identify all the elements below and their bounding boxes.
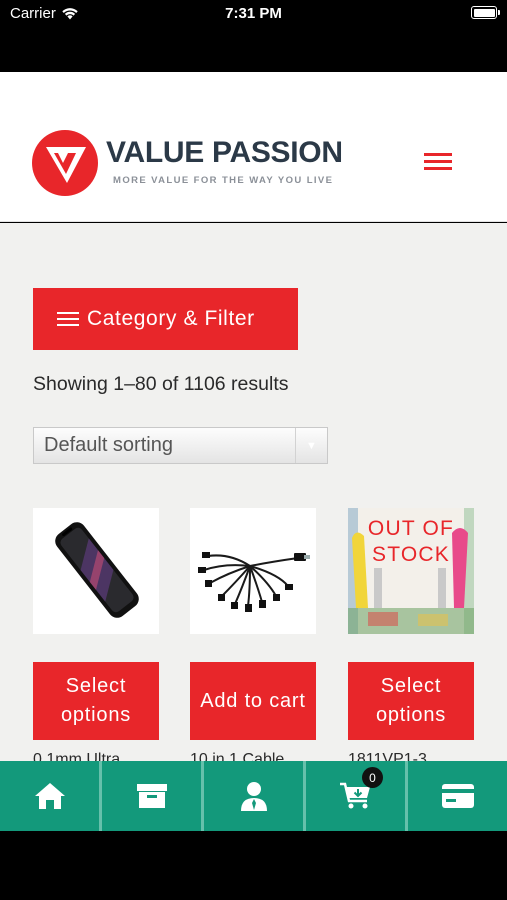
- shop-content: Category & Filter Showing 1–80 of 1106 r…: [0, 223, 507, 761]
- product-card: Select options 0.1mm Ultra: [33, 508, 159, 761]
- site-header: VALUE PASSION MORE VALUE FOR THE WAY YOU…: [0, 72, 507, 222]
- status-bar: Carrier 7:31 PM: [0, 0, 507, 72]
- chevron-down-icon[interactable]: ▼: [295, 428, 327, 463]
- cart-count-badge: 0: [362, 767, 383, 788]
- product-image[interactable]: [33, 508, 159, 634]
- card-icon: [441, 783, 475, 809]
- product-title[interactable]: 10 in 1 Cable: [190, 751, 316, 761]
- archive-icon: [136, 782, 168, 810]
- nav-payment[interactable]: [408, 761, 507, 831]
- brand-name[interactable]: VALUE PASSION: [106, 136, 343, 170]
- account-icon: [239, 780, 269, 812]
- nav-cart[interactable]: 0: [306, 761, 408, 831]
- sort-select[interactable]: Default sorting ▼: [33, 427, 328, 464]
- nav-archive[interactable]: [102, 761, 204, 831]
- product-image[interactable]: [190, 508, 316, 634]
- product-card: OUT OF STOCK Select options 1811VP1-3: [348, 508, 474, 761]
- category-filter-button[interactable]: Category & Filter: [33, 288, 298, 350]
- product-title[interactable]: 1811VP1-3: [348, 751, 474, 761]
- logo-icon[interactable]: [32, 130, 98, 196]
- category-filter-label: Category & Filter: [87, 307, 255, 330]
- product-title[interactable]: 0.1mm Ultra: [33, 751, 159, 761]
- battery-icon: [471, 6, 500, 19]
- brand-tagline: MORE VALUE FOR THE WAY YOU LIVE: [113, 175, 334, 186]
- phone-case-image: [55, 522, 139, 618]
- nav-home[interactable]: [0, 761, 102, 831]
- sort-selected-value: Default sorting: [44, 434, 173, 456]
- out-of-stock-label: OUT OF STOCK: [367, 517, 455, 567]
- bottom-nav: 0: [0, 761, 507, 831]
- product-image[interactable]: OUT OF STOCK: [348, 508, 474, 634]
- product-card: Add to cart 10 in 1 Cable: [190, 508, 316, 761]
- add-to-cart-button[interactable]: Add to cart: [190, 662, 316, 740]
- hamburger-icon[interactable]: [420, 150, 456, 176]
- home-indicator-area: [0, 831, 507, 900]
- select-options-button[interactable]: Select options: [33, 662, 159, 740]
- result-count: Showing 1–80 of 1106 results: [33, 373, 289, 395]
- filter-menu-icon: [57, 308, 79, 330]
- cable-image: [198, 552, 310, 612]
- nav-account[interactable]: [204, 761, 306, 831]
- home-icon: [33, 781, 67, 811]
- select-options-button[interactable]: Select options: [348, 662, 474, 740]
- clock: 7:31 PM: [225, 5, 282, 22]
